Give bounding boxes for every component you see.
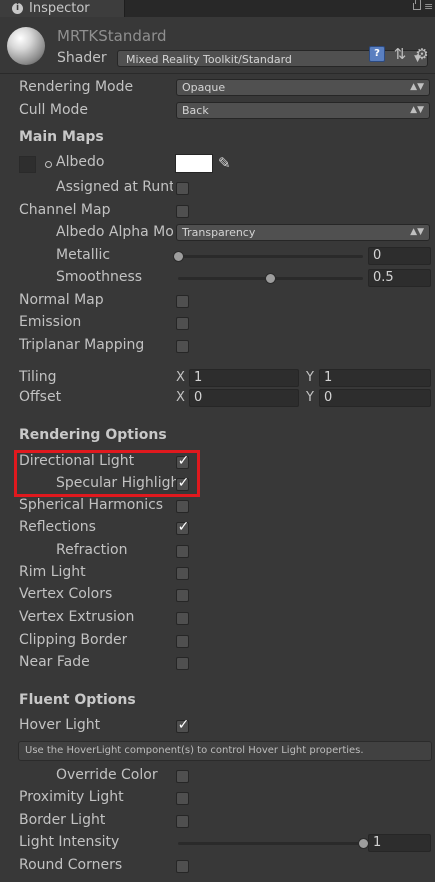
menu-icon[interactable]: ≡ — [424, 1, 434, 12]
border-light-checkbox[interactable] — [176, 815, 189, 828]
clipping-border-label: Clipping Border — [19, 632, 128, 648]
vertex-colors-label: Vertex Colors — [19, 586, 113, 602]
cull-mode-value: Back — [182, 104, 209, 117]
hover-light-help-box: Use the HoverLight component(s) to contr… — [18, 741, 432, 761]
dropdown-arrow-icon: ▲▼ — [410, 227, 424, 237]
refraction-label: Refraction — [56, 542, 128, 558]
refraction-checkbox[interactable] — [176, 545, 189, 558]
material-sphere-icon — [7, 27, 45, 65]
main-maps-header: Main Maps — [19, 129, 104, 145]
checkmark-icon: ✓ — [177, 717, 190, 733]
tab-inspector[interactable]: i Inspector — [0, 0, 125, 17]
shader-label: Shader — [57, 50, 107, 66]
channel-map-label: Channel Map — [19, 202, 111, 218]
normal-map-label: Normal Map — [19, 292, 104, 308]
rendering-options-header: Rendering Options — [19, 427, 167, 443]
info-icon: i — [12, 3, 23, 14]
hover-light-label: Hover Light — [19, 717, 101, 733]
border-light-label: Border Light — [19, 812, 106, 828]
light-intensity-slider-thumb[interactable] — [357, 838, 369, 849]
rim-light-checkbox[interactable] — [176, 567, 189, 580]
normal-map-checkbox[interactable] — [176, 295, 189, 308]
reflections-checkbox[interactable]: ✓ — [176, 519, 190, 535]
checkmark-icon: ✓ — [177, 519, 190, 535]
rendering-mode-dropdown[interactable]: Opaque ▲▼ — [176, 79, 430, 96]
offset-label: Offset — [19, 389, 62, 405]
metallic-slider-track[interactable] — [178, 255, 363, 258]
vertex-extrusion-label: Vertex Extrusion — [19, 609, 135, 625]
vertex-colors-checkbox[interactable] — [176, 589, 189, 602]
vertex-extrusion-checkbox[interactable] — [176, 612, 189, 625]
material-name: MRTKStandard — [57, 27, 167, 45]
dropdown-arrow-icon: ▲▼ — [410, 82, 424, 92]
round-corners-label: Round Corners — [19, 857, 123, 873]
spherical-harmonics-checkbox[interactable] — [176, 500, 189, 513]
cull-mode-dropdown[interactable]: Back ▲▼ — [176, 102, 430, 119]
tiling-x-label: X — [176, 370, 185, 385]
gear-icon[interactable]: ⚙ — [414, 46, 430, 62]
assigned-at-runtime-label: Assigned at Runt — [56, 179, 173, 195]
tiling-x-field[interactable]: 1 — [189, 369, 299, 387]
override-color-checkbox[interactable] — [176, 770, 189, 783]
proximity-light-checkbox[interactable] — [176, 792, 189, 805]
offset-x-label: X — [176, 390, 185, 405]
light-intensity-value-field[interactable]: 1 — [368, 834, 431, 852]
dropdown-arrow-icon: ▲▼ — [410, 105, 424, 115]
smoothness-value-field[interactable]: 0.5 — [368, 269, 431, 287]
offset-y-field[interactable]: 0 — [319, 389, 431, 407]
near-fade-checkbox[interactable] — [176, 657, 189, 670]
clipping-border-checkbox[interactable] — [176, 635, 189, 648]
rim-light-label: Rim Light — [19, 564, 86, 580]
metallic-slider-thumb[interactable] — [172, 251, 184, 262]
offset-x-field[interactable]: 0 — [189, 389, 299, 407]
spherical-harmonics-label: Spherical Harmonics — [19, 497, 164, 513]
tiling-label: Tiling — [19, 369, 57, 385]
triplanar-mapping-label: Triplanar Mapping — [19, 337, 145, 353]
hover-light-checkbox[interactable]: ✓ — [176, 717, 190, 733]
settings-sliders-icon[interactable]: ⇅ — [392, 46, 408, 62]
reflections-label: Reflections — [19, 519, 96, 535]
albedo-alpha-mode-value: Transparency — [182, 226, 256, 239]
tiling-y-label: Y — [306, 370, 314, 385]
emission-label: Emission — [19, 314, 82, 330]
tiling-y-field[interactable]: 1 — [319, 369, 431, 387]
albedo-alpha-mode-dropdown[interactable]: Transparency ▲▼ — [176, 224, 430, 241]
highlight-annotation-box — [14, 450, 200, 497]
near-fade-label: Near Fade — [19, 654, 90, 670]
albedo-label: Albedo — [56, 154, 105, 170]
offset-y-label: Y — [306, 390, 314, 405]
smoothness-label: Smoothness — [56, 269, 143, 285]
round-corners-checkbox[interactable] — [176, 860, 189, 873]
metallic-label: Metallic — [56, 247, 111, 263]
help-book-icon[interactable]: ? — [369, 46, 385, 62]
triplanar-mapping-checkbox[interactable] — [176, 340, 189, 353]
tab-bar: i Inspector ≡ — [0, 0, 435, 17]
eyedropper-icon[interactable]: ✎ — [218, 154, 236, 172]
light-intensity-label: Light Intensity — [19, 834, 120, 850]
override-color-label: Override Color — [56, 767, 158, 783]
light-intensity-slider-track[interactable] — [178, 842, 363, 845]
albedo-color-swatch[interactable] — [175, 154, 213, 173]
tab-inspector-label: Inspector — [29, 1, 90, 16]
albedo-alpha-mode-label: Albedo Alpha Mo — [56, 224, 174, 240]
smoothness-slider-thumb[interactable] — [265, 273, 276, 284]
lock-icon[interactable] — [413, 0, 421, 10]
assigned-at-runtime-checkbox[interactable] — [176, 182, 189, 195]
emission-checkbox[interactable] — [176, 317, 189, 330]
shader-dropdown-value: Mixed Reality Toolkit/Standard — [126, 53, 292, 66]
fluent-options-header: Fluent Options — [19, 692, 136, 708]
metallic-value-field[interactable]: 0 — [368, 247, 431, 265]
rendering-mode-label: Rendering Mode — [19, 79, 134, 95]
object-picker-icon[interactable] — [45, 161, 52, 168]
material-header: MRTKStandard Shader Mixed Reality Toolki… — [0, 17, 435, 74]
albedo-texture-slot[interactable] — [19, 156, 36, 173]
channel-map-checkbox[interactable] — [176, 205, 189, 218]
cull-mode-label: Cull Mode — [19, 102, 89, 118]
rendering-mode-value: Opaque — [182, 81, 226, 94]
proximity-light-label: Proximity Light — [19, 789, 124, 805]
